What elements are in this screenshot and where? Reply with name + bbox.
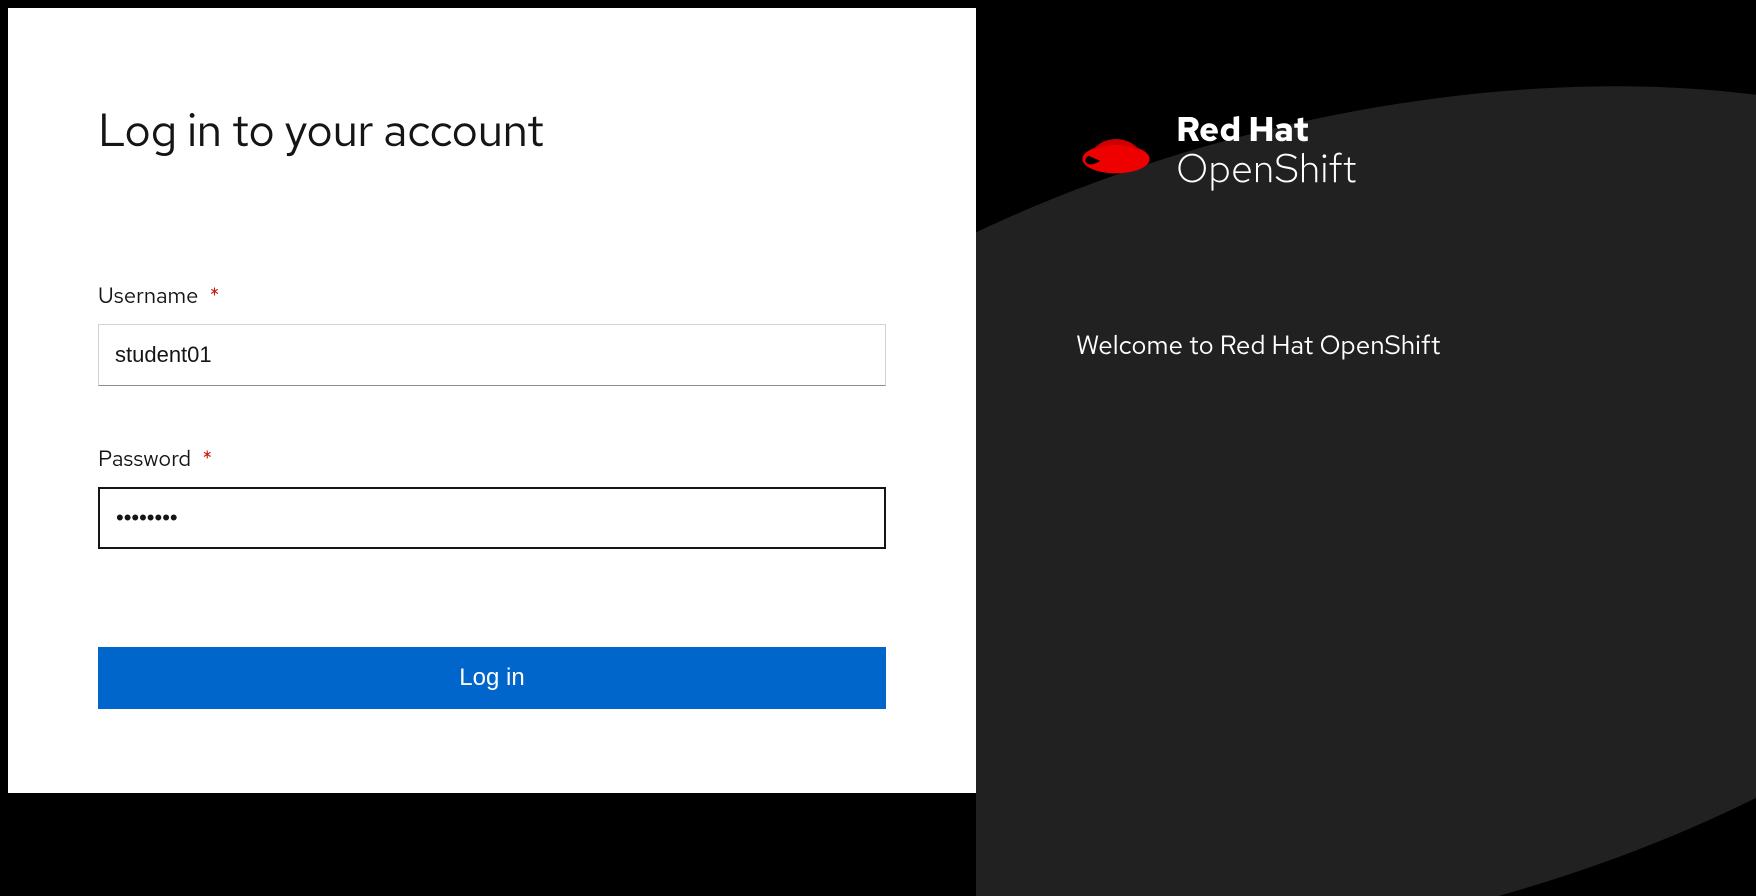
brand-line-2: OpenShift — [1176, 148, 1357, 190]
password-input[interactable] — [98, 487, 886, 549]
redhat-fedora-icon — [1076, 119, 1156, 183]
page-title: Log in to your account — [98, 100, 886, 161]
username-field-group: Username * — [98, 281, 886, 386]
login-button[interactable]: Log in — [98, 647, 886, 709]
brand-logo-block: Red Hat OpenShift — [1076, 112, 1357, 190]
password-label-text: Password — [98, 444, 191, 473]
brand-panel: Red Hat OpenShift Welcome to Red Hat Ope… — [976, 0, 1756, 896]
username-label-text: Username — [98, 281, 198, 310]
required-mark: * — [210, 281, 220, 310]
username-input[interactable] — [98, 324, 886, 386]
required-mark: * — [202, 444, 212, 473]
brand-text: Red Hat OpenShift — [1176, 112, 1357, 190]
password-field-group: Password * — [98, 444, 886, 549]
welcome-message: Welcome to Red Hat OpenShift — [1076, 328, 1441, 362]
login-panel: Log in to your account Username * Passwo… — [8, 8, 976, 793]
username-label: Username * — [98, 281, 886, 310]
password-label: Password * — [98, 444, 886, 473]
